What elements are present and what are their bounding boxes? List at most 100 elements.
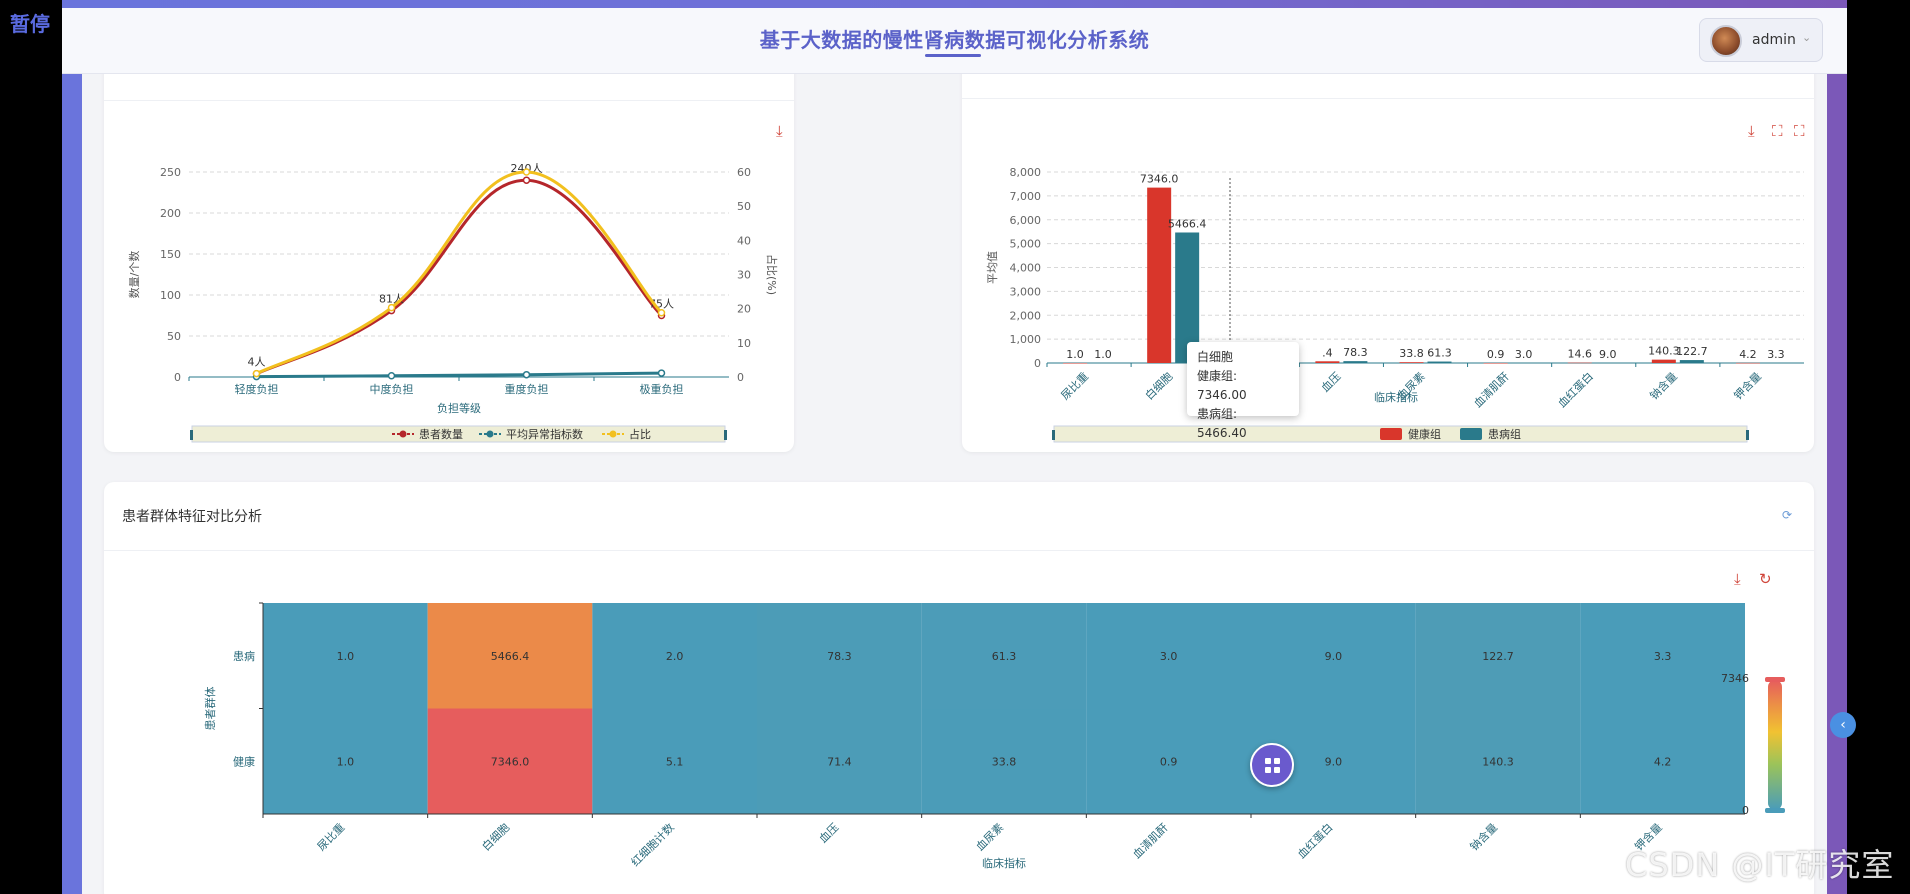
y-tick-label: 6,000 (1010, 214, 1042, 227)
y-tick-label: 3,000 (1010, 285, 1042, 298)
y-tick-label: 1,000 (1010, 333, 1042, 346)
avatar[interactable] (1710, 25, 1742, 57)
tooltip-title: 白细胞 (1197, 350, 1234, 364)
watermark: CSDN @IT研究室 (1625, 846, 1895, 884)
grid-icon[interactable] (1274, 758, 1280, 764)
x-tick-label: 白细胞 (479, 820, 512, 853)
x-tick-label: 血尿素 (973, 820, 1006, 853)
visual-map-min-label: 0 (1742, 804, 1749, 817)
data-label: 4.2 (1739, 348, 1757, 361)
group-heatmap: 1.0 5466.4 2.0 78.3 61.3 3.0 9.0 122.7 3.3 1.0 734… (203, 602, 1785, 870)
bar (1091, 362, 1116, 364)
x-tick-label: 尿比重 (1058, 369, 1091, 402)
y-tick-label: 50 (167, 330, 181, 343)
y-tick-label: 7,000 (1010, 190, 1042, 203)
bar (1343, 361, 1368, 363)
series-point (387, 372, 396, 380)
data-label: 7346.0 (1140, 173, 1179, 186)
cell-label: 3.3 (1654, 650, 1672, 663)
zoom-handle-right (1746, 430, 1749, 440)
series-point (522, 168, 531, 176)
x-tick-label: 钾含量 (1731, 369, 1764, 402)
y2-tick-label: 40 (737, 234, 751, 247)
y2-tick-label: 50 (737, 200, 751, 213)
legend-swatch (1460, 428, 1482, 440)
side-toggle-button[interactable]: ‹ (1830, 712, 1856, 738)
grid-icon[interactable] (1265, 758, 1271, 764)
burden-line-chart: 0 50 100 150 200 250 0 10 20 30 40 50 60 轻度负担 中度负担 重度负担… (128, 162, 779, 443)
chevron-down-icon[interactable]: ⌄ (1802, 31, 1811, 44)
app-window: ⤓ ⛶ ⛶ ↻ 0501001502002500102030405060轻度负担… (62, 0, 1847, 894)
y-tick-label: 患病 (233, 649, 255, 663)
screen: 暂停 ⤓ ⛶ ⛶ ↻ 0501001502002500102030405060轻… (0, 0, 1910, 894)
x-tick-label: 血压 (1318, 369, 1343, 394)
user-name[interactable]: admin (1752, 32, 1796, 48)
y-tick-label: 250 (160, 166, 181, 179)
x-tick-label: 钠含量 (1467, 820, 1500, 853)
y-tick-label: 2,000 (1010, 309, 1042, 322)
y-tick-label: 200 (160, 207, 181, 220)
legend-marker (609, 430, 617, 438)
legend-label: 健康组 (1408, 427, 1441, 441)
y2-tick-label: 0 (737, 371, 744, 384)
zoom-handle-left (190, 430, 193, 440)
x-tick-label: 血压 (816, 820, 841, 845)
x-tick-label: 血清肌酐 (1130, 820, 1171, 861)
tooltip-line-sick: 患病组: 5466.40 (1197, 407, 1247, 440)
chart-tooltip: 白细胞 健康组: 7346.00 患病组: 5466.40 (1187, 342, 1299, 440)
grid-icon[interactable] (1265, 767, 1271, 773)
y2-tick-label: 60 (737, 166, 751, 179)
grid-icon[interactable] (1274, 767, 1280, 773)
cell-label: 33.8 (992, 755, 1017, 768)
cell-label: 9.0 (1325, 755, 1343, 768)
user-menu[interactable]: admin ⌄ (1699, 18, 1823, 62)
cell-label: 0.9 (1160, 755, 1178, 768)
series-point (657, 309, 666, 317)
series-point (522, 176, 531, 184)
header-bar: 基于大数据的慢性肾病数据可视化分析系统 admin ⌄ (62, 8, 1847, 74)
series-point (522, 370, 531, 379)
data-label: 3.3 (1767, 348, 1785, 361)
burden-chart-card: ⤓ ⛶ ⛶ ↻ 0501001502002500102030405060轻度负担… (104, 60, 794, 452)
bar (1511, 362, 1536, 364)
pause-label[interactable]: 暂停 (10, 8, 50, 37)
legend-label: 患病组 (1488, 427, 1521, 441)
zoom-handle-right (724, 430, 727, 440)
data-label: 33.8 (1399, 347, 1424, 360)
bar (1595, 362, 1620, 364)
x-tick-label: 白细胞 (1142, 369, 1175, 402)
legend-marker (486, 430, 494, 438)
data-label: 140.3 (1648, 345, 1680, 358)
series-line (255, 170, 663, 375)
y-axis-label: 数量/个数 (128, 251, 141, 299)
cell-label: 4.2 (1654, 755, 1672, 768)
data-label: 78.3 (1343, 346, 1368, 359)
floating-menu-button[interactable] (1250, 743, 1294, 787)
bar (1147, 187, 1172, 363)
visual-map-handle-top (1765, 677, 1785, 682)
y-tick-label: 100 (160, 289, 181, 302)
data-label: 122.7 (1676, 345, 1708, 358)
series-line (255, 178, 663, 376)
x-tick-label: 钠含量 (1647, 369, 1680, 402)
data-label: 0.9 (1487, 348, 1505, 361)
indicator-bar-chart: 0 1,000 2,000 3,000 4,000 5,000 6,000 7,000 8,00… (986, 166, 1804, 443)
data-label: 1.0 (1094, 348, 1112, 361)
legend-marker (399, 430, 407, 438)
bar (1063, 362, 1088, 364)
series-point (657, 369, 666, 377)
bar (1735, 362, 1760, 364)
cell-label: 9.0 (1325, 650, 1343, 663)
visual-map-handle-bottom (1765, 808, 1785, 813)
legend-label: 平均异常指标数 (506, 427, 583, 441)
bar (1567, 362, 1592, 364)
bar (1399, 362, 1424, 363)
group-compare-card: 患者群体特征对比分析 ⟳ ⤓ ↻ 1.0 5466.4 2.0 78.3 61.3 3.0… (104, 482, 1814, 894)
x-tick-label: 重度负担 (505, 382, 549, 396)
data-label: 3.0 (1515, 348, 1533, 361)
cell-label: 122.7 (1482, 650, 1514, 663)
indicator-bar-card: ⤓ ⛶ ⛶ ↻ 01,0002,0003,0004,0005,0006,0007… (962, 60, 1814, 452)
y-tick-label: 5,000 (1010, 238, 1042, 251)
data-label: 4人 (248, 356, 266, 369)
y-tick-label: 0 (1034, 357, 1041, 370)
